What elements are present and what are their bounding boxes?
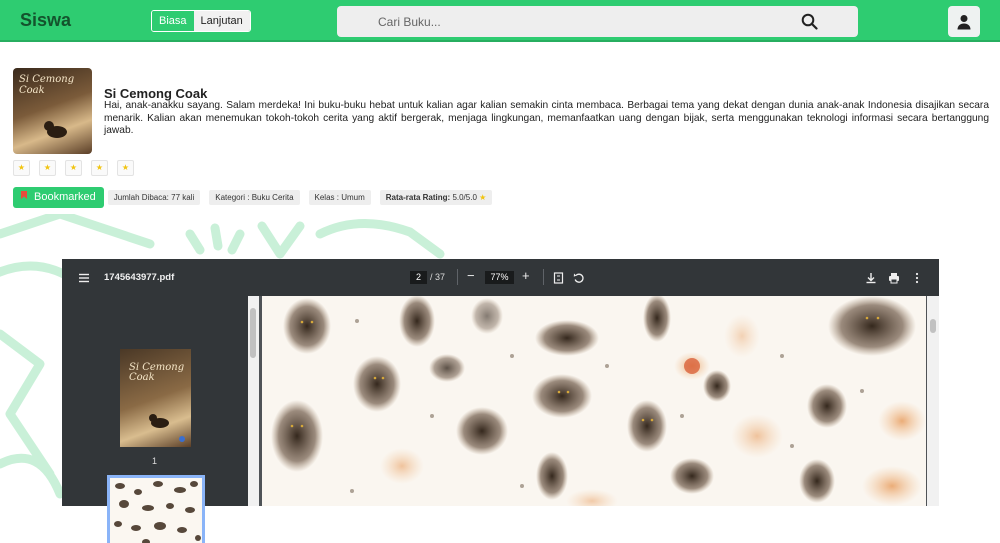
average-rating-label: Rata-rata Rating: — [385, 193, 451, 202]
toolbar-divider — [457, 269, 458, 285]
search-bar[interactable]: Cari Buku... — [337, 6, 858, 37]
print-icon[interactable] — [888, 271, 900, 289]
bookmark-icon — [19, 187, 29, 208]
average-rating-badge: Rata-rata Rating: 5.0/5.0 ★ — [379, 190, 493, 205]
average-rating-value: 5.0/5.0 — [452, 193, 477, 202]
scrollbar-thumb[interactable] — [930, 319, 936, 333]
bookmark-button[interactable]: Bookmarked — [13, 187, 104, 208]
thumbnail-sidebar: Si Cemong Coak 1 — [62, 296, 248, 543]
book-title: Si Cemong Coak — [104, 86, 208, 101]
download-icon[interactable] — [865, 271, 877, 289]
book-meta-row: Bookmarked Jumlah Dibaca: 77 kali Katego… — [13, 187, 501, 208]
scrollbar-thumb[interactable] — [250, 308, 256, 358]
thumbnail-1-label: 1 — [152, 456, 158, 466]
page-scrollbar[interactable] — [927, 296, 939, 506]
read-count-badge: Jumlah Dibaca: 77 kali — [107, 190, 201, 205]
mode-toggle: Biasa Lanjutan — [151, 10, 251, 32]
zoom-level-input[interactable]: 77% — [485, 271, 514, 284]
star-1-button[interactable]: ★ — [13, 160, 30, 176]
star-3-button[interactable]: ★ — [65, 160, 82, 176]
zoom-out-button[interactable]: − — [467, 268, 475, 283]
zoom-in-button[interactable]: + — [522, 268, 530, 283]
pdf-page-2 — [262, 296, 926, 506]
star-icon: ★ — [479, 193, 487, 202]
book-cover: Si Cemong Coak — [13, 68, 92, 154]
star-2-button[interactable]: ★ — [39, 160, 56, 176]
thumbnail-scrollbar[interactable] — [248, 296, 259, 506]
category-badge: Kategori : Buku Cerita — [209, 190, 300, 205]
search-input[interactable]: Cari Buku... — [378, 15, 441, 29]
rating-stars: ★ ★ ★ ★ ★ — [13, 160, 134, 176]
pdf-filename: 1745643977.pdf — [104, 272, 175, 283]
toolbar-divider — [543, 269, 544, 285]
rotate-icon[interactable] — [573, 271, 585, 289]
brand-logo[interactable]: Siswa — [20, 10, 71, 31]
fit-page-icon[interactable] — [553, 271, 564, 289]
mode-advanced-button[interactable]: Lanjutan — [193, 11, 250, 31]
pdf-page-area — [259, 296, 939, 506]
pdf-viewer: 1745643977.pdf 2 / 37 − 77% + Si Cemong … — [62, 259, 939, 543]
user-icon[interactable] — [948, 6, 980, 37]
page-number-input[interactable]: 2 — [410, 271, 427, 284]
search-icon[interactable] — [801, 13, 818, 35]
more-options-icon[interactable] — [915, 271, 919, 289]
page-thumbnail-1[interactable]: Si Cemong Coak — [120, 349, 191, 447]
menu-icon[interactable] — [78, 271, 90, 289]
mode-basic-button[interactable]: Biasa — [152, 11, 194, 31]
top-navbar: Siswa Biasa Lanjutan Cari Buku... — [0, 0, 1000, 42]
grade-badge: Kelas : Umum — [308, 190, 371, 205]
star-5-button[interactable]: ★ — [117, 160, 134, 176]
book-description: Hai, anak-anakku sayang. Salam merdeka! … — [104, 100, 989, 136]
bookmark-label: Bookmarked — [34, 191, 96, 203]
page-thumbnail-2[interactable] — [107, 475, 205, 543]
page-total: / 37 — [430, 272, 446, 282]
pdf-toolbar: 1745643977.pdf 2 / 37 − 77% + — [62, 259, 939, 296]
star-4-button[interactable]: ★ — [91, 160, 108, 176]
